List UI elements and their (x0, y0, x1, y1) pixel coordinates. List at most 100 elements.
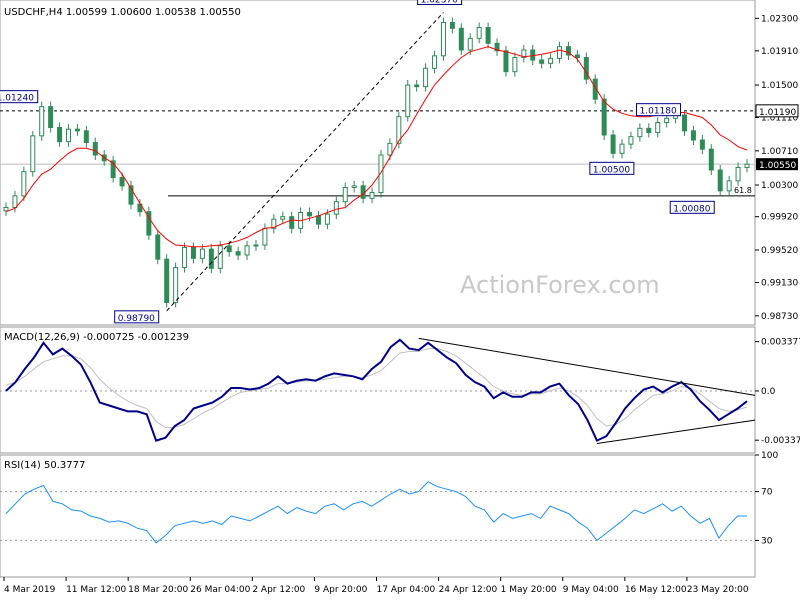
x-axis: 4 Mar 2019 11 Mar 12:00 18 Mar 20:00 26 Mar… (3, 577, 749, 595)
x-tick-label: 11 Mar 12:00 (66, 585, 126, 595)
candle-body (467, 37, 473, 51)
candle-body (699, 139, 705, 150)
macd-axis: 0.003377 0.0 -0.003373 (755, 338, 800, 446)
candle-body (83, 130, 89, 143)
x-tick-label: 16 May 12:00 (625, 585, 687, 595)
candle-body (512, 57, 518, 73)
candle-body (530, 49, 536, 61)
candle-body (164, 258, 170, 303)
candle-body (744, 163, 750, 169)
candle-body (369, 192, 375, 199)
candle-body (432, 55, 438, 69)
candle-body (21, 171, 27, 197)
x-tick-label: 24 Apr 12:00 (439, 585, 498, 595)
candle-body (601, 98, 607, 136)
x-tick-label: 26 Mar 04:00 (190, 585, 250, 595)
candle-body (226, 245, 232, 253)
candle-body (65, 128, 71, 143)
price-tick-label: 1.00300 (761, 181, 798, 191)
price-callout-label: 1.00500 (593, 165, 630, 175)
candle-body (414, 84, 420, 88)
rsi-tick-label: 30 (761, 536, 773, 546)
candle-body (351, 185, 357, 188)
candle-body (289, 216, 295, 229)
x-tick-label: 2 Apr 12:00 (252, 585, 305, 595)
candle-body (690, 130, 696, 141)
price-callout-label: 1.00080 (673, 204, 710, 214)
candle-body (173, 267, 179, 303)
price-tick-label: 1.01910 (761, 47, 798, 57)
candle-body (57, 127, 63, 143)
candle-body (12, 195, 18, 208)
candle-body (92, 142, 98, 156)
price-tick-label: 0.99920 (761, 213, 798, 223)
rsi-tick-label: 100 (761, 451, 778, 461)
current-price-label: 1.00550 (759, 161, 796, 171)
price-axis: 1.023001.019101.015001.011101.007101.003… (755, 14, 799, 322)
candle-body (628, 136, 634, 145)
candle-body (182, 247, 188, 268)
macd-tick-label: 0.0 (761, 387, 776, 397)
candle-body (253, 244, 259, 247)
candle-body (244, 245, 250, 256)
candle-body (708, 148, 714, 171)
candle-body (503, 50, 509, 73)
candle-body (655, 122, 661, 133)
price-callout-label: 0.98790 (118, 314, 155, 324)
candle-body (583, 57, 589, 80)
candle-body (476, 27, 482, 39)
x-tick-label: 4 Mar 2019 (4, 585, 56, 595)
candle-body (458, 27, 464, 51)
candle-body (262, 227, 268, 246)
candle-body (548, 57, 554, 64)
candle-body (405, 84, 411, 118)
x-tick-label: 17 Apr 04:00 (377, 585, 436, 595)
candle-body (449, 22, 455, 29)
candle-body (485, 27, 491, 44)
candle-body (440, 22, 446, 57)
x-tick-label: 18 Mar 20:00 (128, 585, 188, 595)
rsi-title: RSI(14) 50.3777 (4, 460, 85, 471)
macd-tick-label: -0.003373 (761, 436, 800, 446)
candle-body (637, 127, 643, 138)
macd-panel (0, 326, 756, 454)
candle-body (619, 143, 625, 154)
candle-body (610, 134, 616, 154)
candle-body (574, 54, 580, 58)
price-tick-label: 0.99130 (761, 279, 798, 289)
candle-body (119, 177, 125, 187)
candle-body (3, 207, 9, 212)
candle-body (423, 67, 429, 88)
rsi-axis: 100 70 30 (755, 451, 778, 546)
price-tick-label: 0.99520 (761, 246, 798, 256)
candle-body (682, 114, 688, 132)
watermark: ActionForex.com (460, 271, 660, 299)
candle-body (235, 251, 241, 256)
x-tick-label: 1 May 20:00 (501, 585, 557, 595)
candle-body (324, 213, 330, 225)
candle-body (717, 169, 723, 192)
price-tick-label: 1.02300 (761, 14, 798, 24)
resistance-label: 1.01190 (759, 108, 796, 118)
price-callout-label: 1.01240 (0, 94, 34, 104)
macd-title: MACD(12,26,9) -0.000725 -0.001239 (4, 332, 189, 343)
candle-body (342, 187, 348, 203)
candle-body (208, 248, 214, 269)
candle-body (39, 106, 45, 137)
x-tick-label: 9 Apr 20:00 (314, 585, 367, 595)
price-title: USDCHF,H4 1.00599 1.00600 1.00538 1.0055… (4, 7, 241, 18)
candle-body (217, 245, 223, 269)
candle-body (30, 135, 36, 173)
candle-body (74, 128, 80, 132)
candle-body (664, 117, 670, 124)
macd-tick-label: 0.003377 (761, 338, 800, 348)
candle-body (307, 212, 313, 217)
price-tick-label: 1.00710 (761, 147, 798, 157)
rsi-tick-label: 70 (761, 488, 773, 498)
candle-body (646, 127, 652, 133)
candle-body (199, 248, 205, 259)
candle-body (280, 216, 286, 220)
candle-body (48, 106, 54, 128)
price-tick-label: 1.01500 (761, 81, 798, 91)
price-tick-label: 0.98730 (761, 312, 798, 322)
